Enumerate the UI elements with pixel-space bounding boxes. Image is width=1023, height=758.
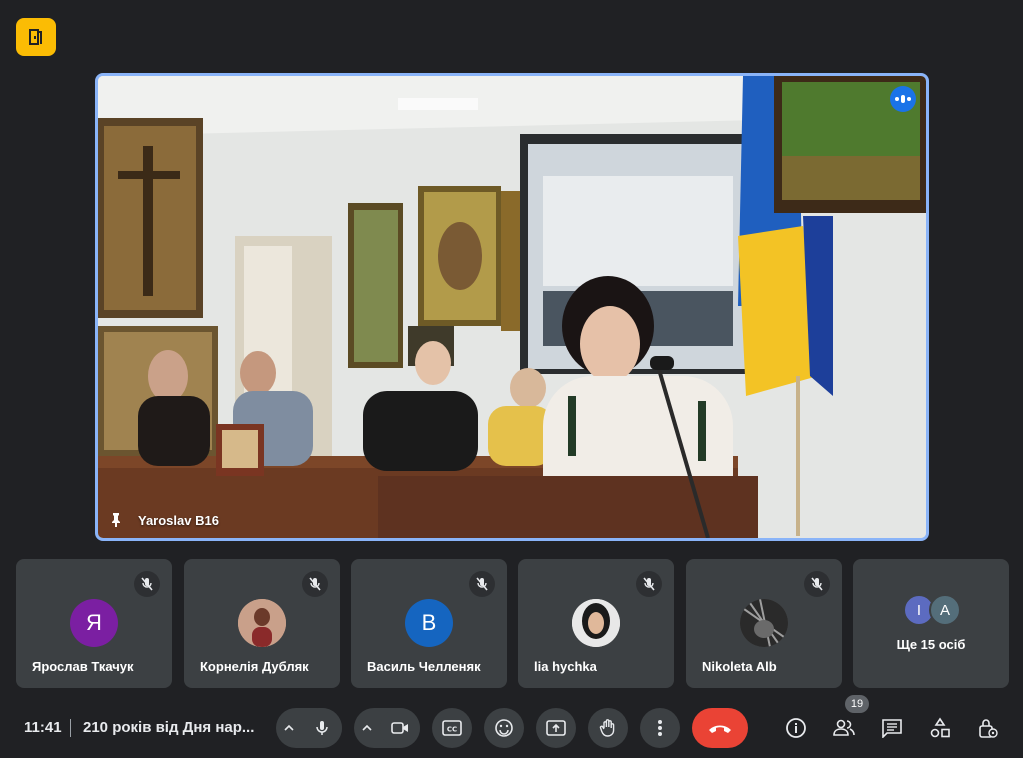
participant-name: Ярослав Ткачук bbox=[32, 659, 134, 674]
mic-off-icon bbox=[134, 571, 160, 597]
captions-icon: CC bbox=[442, 720, 462, 736]
participant-name: lia hychka bbox=[534, 659, 597, 674]
meet-door-icon bbox=[29, 29, 42, 45]
mic-off-icon bbox=[469, 571, 495, 597]
present-button[interactable] bbox=[536, 708, 576, 748]
emoji-icon bbox=[495, 719, 513, 737]
host-controls-icon bbox=[979, 719, 998, 738]
chat-button[interactable] bbox=[872, 708, 912, 748]
mic-button[interactable] bbox=[302, 708, 342, 748]
activities-icon bbox=[930, 717, 950, 738]
avatar-photo bbox=[572, 599, 620, 647]
chat-icon bbox=[882, 719, 902, 738]
speaking-indicator-icon bbox=[890, 86, 916, 112]
participant-tile[interactable]: Nikoleta Alb bbox=[686, 559, 842, 688]
participant-tile[interactable]: lia hychka bbox=[518, 559, 674, 688]
mic-off-icon bbox=[636, 571, 662, 597]
pin-icon[interactable] bbox=[108, 512, 124, 528]
avatar-photo bbox=[238, 599, 286, 647]
avatar: A bbox=[929, 594, 961, 626]
main-participant-label: Yaroslav B16 bbox=[108, 512, 219, 528]
mic-off-icon bbox=[302, 571, 328, 597]
participant-tile[interactable]: Я Ярослав Ткачук bbox=[16, 559, 172, 688]
people-icon bbox=[833, 719, 855, 736]
avatar-photo bbox=[740, 599, 788, 647]
avatar: В bbox=[405, 599, 453, 647]
camera-control-group bbox=[354, 708, 420, 748]
chevron-up-icon[interactable] bbox=[354, 708, 380, 748]
main-video-tile[interactable]: Yaroslav B16 bbox=[95, 73, 929, 541]
more-participants-tile[interactable]: I A Ще 15 осіб bbox=[853, 559, 1009, 688]
mic-control-group bbox=[276, 708, 342, 748]
avatar-stack: I A bbox=[903, 594, 961, 626]
info-icon bbox=[786, 718, 806, 738]
end-call-icon bbox=[709, 725, 731, 733]
meeting-info-button[interactable] bbox=[776, 708, 816, 748]
end-call-button[interactable] bbox=[692, 708, 748, 748]
svg-text:CC: CC bbox=[447, 726, 457, 734]
more-options-icon bbox=[658, 720, 662, 736]
meeting-title[interactable]: 210 років від Дня нар... bbox=[83, 719, 263, 736]
main-participant-name: Yaroslav B16 bbox=[138, 512, 219, 528]
mic-icon bbox=[316, 721, 328, 735]
camera-button[interactable] bbox=[380, 708, 420, 748]
raise-hand-icon bbox=[599, 719, 615, 737]
divider bbox=[70, 719, 71, 737]
participant-name: Корнелія Дубляк bbox=[200, 659, 309, 674]
people-button[interactable] bbox=[824, 708, 864, 748]
camera-icon bbox=[391, 722, 408, 734]
participant-name: Nikoleta Alb bbox=[702, 659, 777, 674]
host-controls-button[interactable] bbox=[968, 708, 1008, 748]
bottom-control-bar: 11:41 210 років від Дня нар... CC 19 bbox=[0, 695, 1023, 758]
captions-button[interactable]: CC bbox=[432, 708, 472, 748]
video-feed bbox=[98, 76, 926, 538]
chevron-up-icon[interactable] bbox=[276, 708, 302, 748]
activities-button[interactable] bbox=[920, 708, 960, 748]
present-icon bbox=[546, 720, 566, 736]
mic-off-icon bbox=[804, 571, 830, 597]
meeting-clock: 11:41 bbox=[24, 719, 62, 736]
participant-tile[interactable]: В Василь Челленяк bbox=[351, 559, 507, 688]
participant-name: Василь Челленяк bbox=[367, 659, 481, 674]
raise-hand-button[interactable] bbox=[588, 708, 628, 748]
more-participants-label: Ще 15 осіб bbox=[896, 637, 966, 652]
avatar: Я bbox=[70, 599, 118, 647]
more-options-button[interactable] bbox=[640, 708, 680, 748]
app-logo[interactable] bbox=[16, 18, 56, 56]
emoji-button[interactable] bbox=[484, 708, 524, 748]
participant-tile[interactable]: Корнелія Дубляк bbox=[184, 559, 340, 688]
participant-count-badge: 19 bbox=[845, 695, 869, 713]
